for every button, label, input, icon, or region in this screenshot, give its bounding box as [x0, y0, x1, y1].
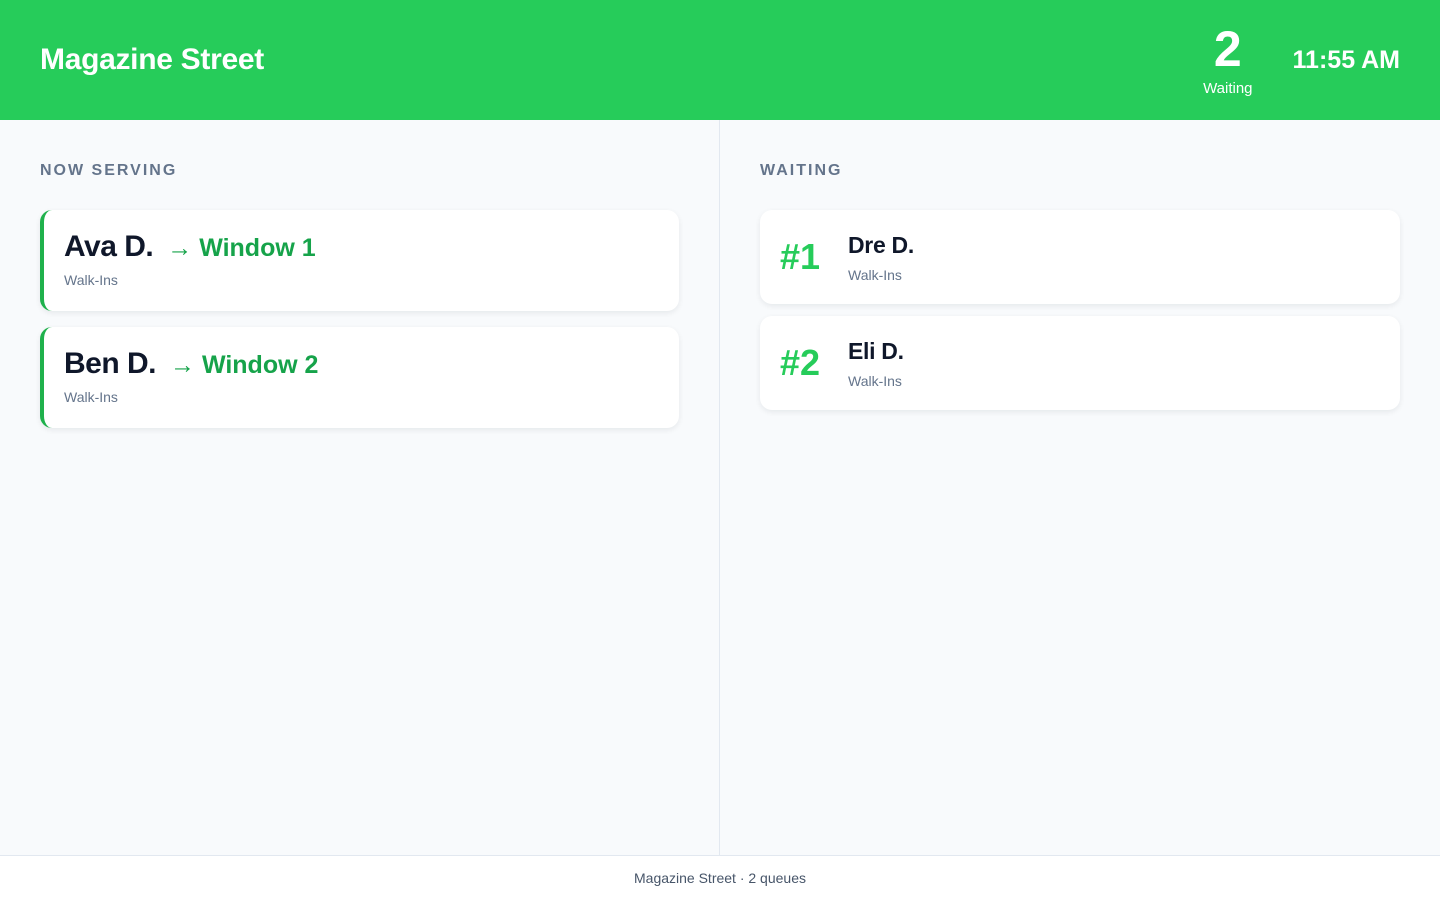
waiting-count: 2: [1213, 20, 1242, 77]
waiting-name: Dre D.: [848, 231, 914, 258]
header-bar: Magazine Street 2 Waiting 11:55 AM: [0, 0, 1440, 120]
serving-window: → Window 2: [170, 351, 319, 379]
waiting-count-stat: 2 Waiting: [1203, 24, 1252, 97]
main-content: NOW SERVING Ava D. → Window 1 Walk-Ins B…: [0, 120, 1440, 855]
waiting-card: #1 Dre D. Walk-Ins: [760, 210, 1400, 304]
serving-name: Ava D.: [64, 230, 154, 263]
serving-card: Ava D. → Window 1 Walk-Ins: [40, 210, 679, 311]
waiting-card: #2 Eli D. Walk-Ins: [760, 316, 1400, 410]
serving-queue: Walk-Ins: [64, 272, 118, 288]
serving-line: Ava D. → Window 1: [64, 230, 659, 264]
header-stats: 2 Waiting 11:55 AM: [1203, 24, 1400, 97]
now-serving-column: NOW SERVING Ava D. → Window 1 Walk-Ins B…: [0, 120, 720, 855]
queue-position: #2: [780, 342, 821, 383]
waiting-heading: WAITING: [760, 162, 843, 179]
waiting-label: Waiting: [1203, 79, 1253, 97]
waiting-queue: Walk-Ins: [848, 372, 902, 389]
serving-queue: Walk-Ins: [64, 389, 118, 405]
clock: 11:55 AM: [1292, 45, 1400, 74]
serving-card: Ben D. → Window 2 Walk-Ins: [40, 327, 679, 428]
serving-window: → Window 1: [167, 234, 316, 262]
waiting-column: WAITING #1 Dre D. Walk-Ins #2 Eli D. Wal…: [720, 120, 1440, 855]
waiting-name: Eli D.: [848, 337, 904, 364]
serving-line: Ben D. → Window 2: [64, 347, 659, 381]
waiting-queue: Walk-Ins: [848, 266, 902, 283]
waiting-info: Eli D. Walk-Ins: [848, 338, 904, 389]
footer-text: Magazine Street · 2 queues: [634, 870, 806, 886]
serving-name: Ben D.: [64, 347, 157, 380]
now-serving-heading: NOW SERVING: [40, 162, 178, 179]
footer-bar: Magazine Street · 2 queues: [0, 855, 1440, 900]
queue-position: #1: [780, 236, 821, 277]
location-title: Magazine Street: [40, 43, 264, 76]
waiting-info: Dre D. Walk-Ins: [848, 232, 914, 283]
